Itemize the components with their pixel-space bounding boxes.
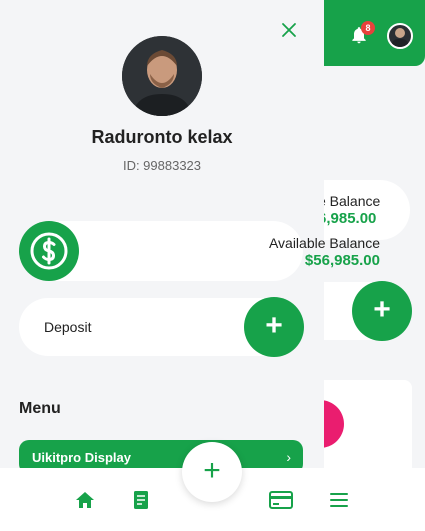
deposit-add-button[interactable]: + [244, 297, 304, 357]
header-avatar[interactable] [387, 23, 413, 49]
close-icon[interactable] [280, 21, 298, 39]
user-name: Raduronto kelax [91, 127, 233, 147]
document-icon[interactable] [133, 490, 149, 510]
deposit-label: Deposit [44, 319, 92, 335]
user-id: ID: 99883323 [122, 158, 202, 173]
home-icon[interactable] [75, 491, 95, 509]
card-icon[interactable] [269, 491, 293, 509]
menu-item-label: Uikitpro Display [32, 450, 131, 465]
background-add-button[interactable]: + [352, 281, 412, 341]
menu-title: Menu [19, 400, 61, 417]
balance-value: $56,985.00 [304, 252, 380, 269]
dollar-icon [19, 221, 79, 281]
background-balance-value: 6,985.00 [318, 210, 377, 227]
chevron-right-icon: › [286, 449, 291, 465]
menu-icon[interactable] [330, 492, 348, 508]
avatar [122, 36, 202, 116]
balance-label: Available Balance [268, 235, 380, 251]
add-fab-button[interactable]: + [182, 442, 242, 502]
notification-badge: 8 [361, 21, 375, 35]
background-balance-label: e Balance [318, 193, 381, 209]
